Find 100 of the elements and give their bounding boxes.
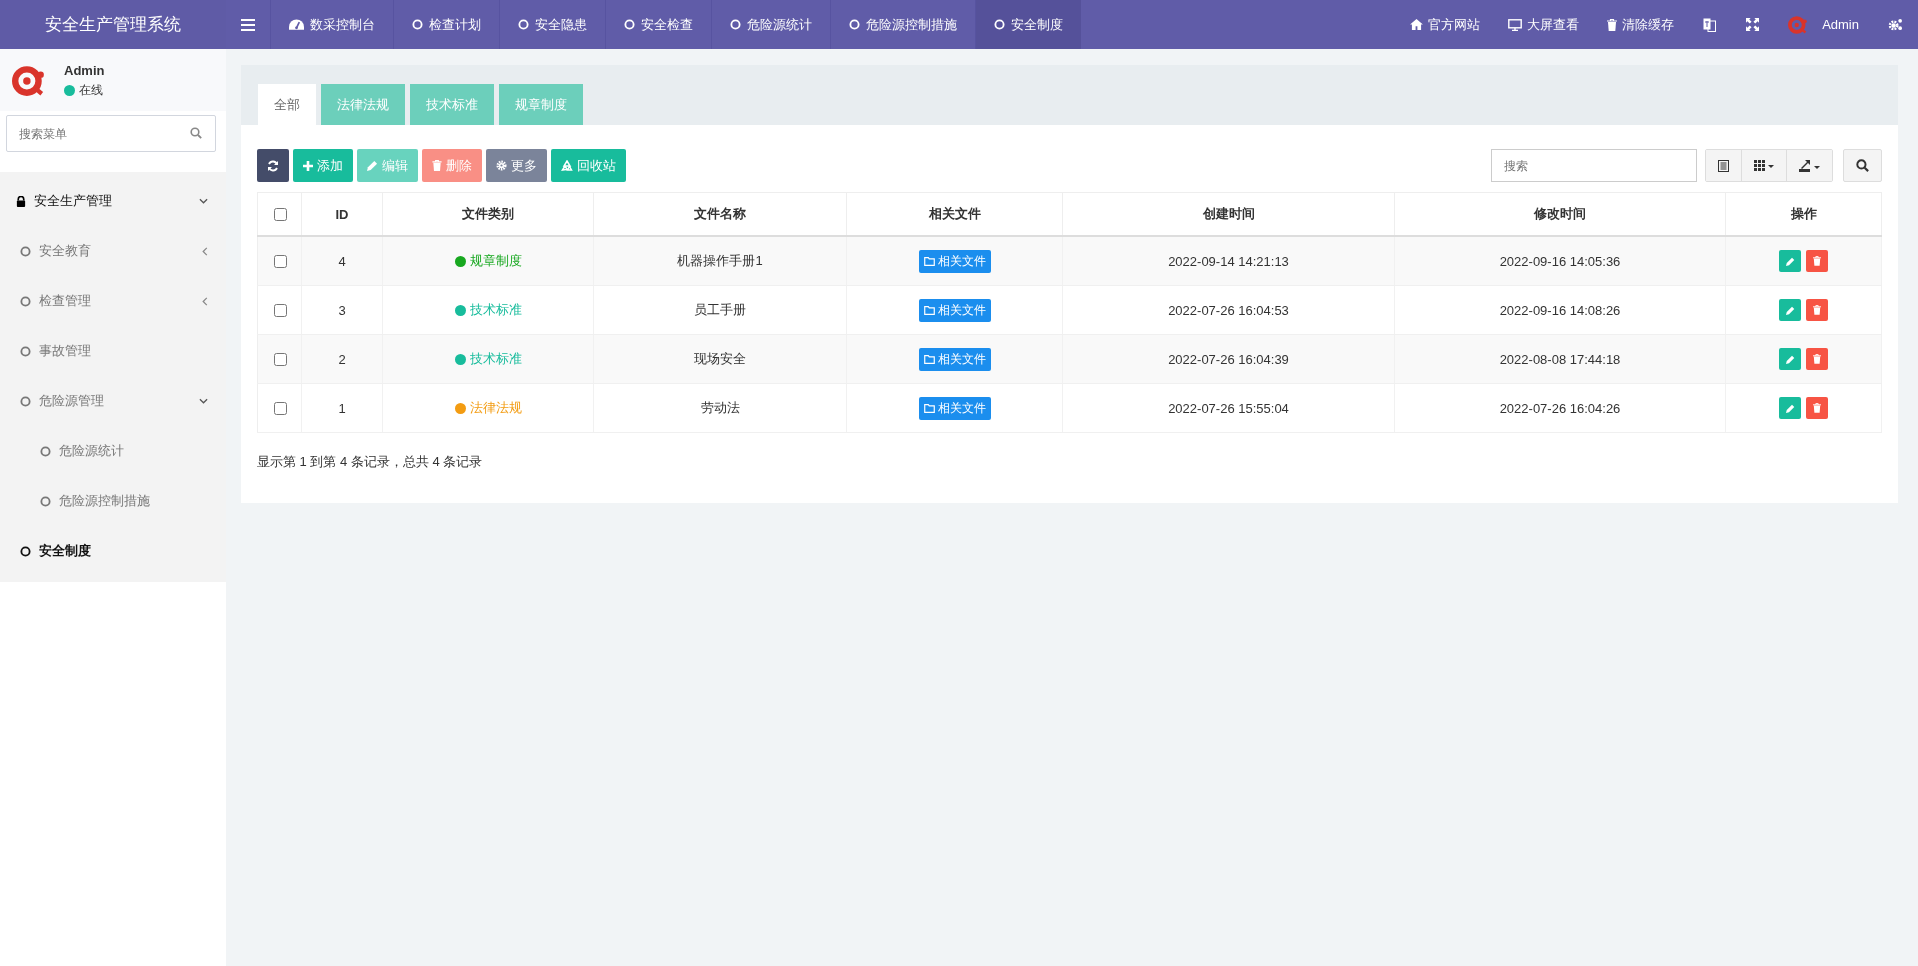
folder-icon	[923, 403, 935, 413]
column-header: ID	[335, 206, 349, 222]
sidebar-item[interactable]: 事故管理	[0, 326, 226, 376]
table-cell: 4	[338, 253, 346, 269]
user-menu[interactable]: Admin	[1774, 0, 1873, 49]
online-dot	[64, 85, 75, 96]
edit-row-button[interactable]	[1779, 299, 1801, 321]
category-label: 技术标准	[469, 301, 522, 319]
circle-icon	[849, 19, 860, 30]
add-button[interactable]: 添加	[293, 149, 353, 182]
search-icon	[1856, 159, 1869, 172]
refresh-button[interactable]	[257, 149, 289, 182]
filter-tab[interactable]: 全部	[258, 84, 316, 125]
chevron-down-icon	[199, 198, 208, 204]
circle-icon	[20, 245, 31, 257]
edit-row-button[interactable]	[1779, 348, 1801, 370]
nav-tab[interactable]: 危险源统计	[711, 0, 830, 49]
sidebar-item[interactable]: 危险源管理	[0, 376, 226, 426]
list-icon	[1718, 159, 1729, 172]
table-cell: 3	[338, 302, 346, 318]
chevron-left-icon	[202, 296, 208, 306]
export-button[interactable]	[1787, 150, 1832, 181]
table-cell: 2022-07-26 16:04:26	[1499, 400, 1621, 416]
search-button[interactable]	[1843, 149, 1882, 182]
header-link[interactable]: 清除缓存	[1593, 0, 1689, 49]
related-files-button[interactable]: 相关文件	[918, 298, 991, 322]
trash-icon	[1813, 256, 1821, 266]
table-cell: 2022-07-26 16:04:53	[1168, 302, 1289, 318]
trash-icon	[1813, 305, 1821, 315]
logo-icon	[12, 64, 46, 98]
table-cell: 员工手册	[694, 302, 746, 317]
circle-icon	[20, 545, 31, 557]
sidebar-item[interactable]: 危险源统计	[0, 426, 226, 476]
lock-icon	[16, 195, 26, 207]
recycle-icon	[561, 159, 573, 172]
circle-icon	[20, 295, 31, 307]
delete-row-button[interactable]	[1806, 250, 1828, 272]
row-checkbox[interactable]	[273, 303, 287, 317]
sidebar-item[interactable]: 安全生产管理	[0, 176, 226, 226]
home-icon	[1410, 19, 1424, 30]
circle-icon	[20, 395, 31, 407]
column-header: 文件类别	[462, 206, 514, 221]
row-checkbox[interactable]	[273, 401, 287, 415]
sidebar-item[interactable]: 危险源控制措施	[0, 476, 226, 526]
delete-row-button[interactable]	[1806, 348, 1828, 370]
more-button[interactable]: 更多	[486, 149, 547, 182]
trash-icon	[1813, 354, 1821, 364]
nav-tab[interactable]: 安全制度	[975, 0, 1081, 49]
related-files-button[interactable]: 相关文件	[918, 396, 991, 420]
row-checkbox[interactable]	[273, 352, 287, 366]
table-cell: 机器操作手册1	[677, 253, 763, 268]
sidebar-item[interactable]: 安全制度	[0, 526, 226, 576]
nav-tab[interactable]: 安全检查	[605, 0, 711, 49]
columns-button[interactable]	[1742, 150, 1787, 181]
user-status: 在线	[79, 82, 103, 99]
table-cell: 现场安全	[694, 351, 746, 366]
header-link[interactable]: 大屏查看	[1494, 0, 1594, 49]
search-field[interactable]: 搜索	[1491, 149, 1697, 182]
header-link[interactable]: 官方网站	[1396, 0, 1495, 49]
refresh-icon	[267, 159, 279, 172]
delete-row-button[interactable]	[1806, 299, 1828, 321]
trash-icon	[432, 160, 442, 171]
folder-icon	[923, 354, 935, 364]
circle-icon	[412, 19, 423, 30]
edit-row-button[interactable]	[1779, 250, 1801, 272]
pencil-icon	[1785, 354, 1795, 364]
edit-row-button[interactable]	[1779, 397, 1801, 419]
trash-icon	[1607, 18, 1618, 31]
circle-icon	[518, 19, 529, 30]
column-header: 文件名称	[694, 206, 746, 221]
sidebar-item[interactable]: 安全教育	[0, 226, 226, 276]
circle-icon	[40, 445, 51, 457]
select-all-checkbox[interactable]	[273, 207, 287, 221]
table-cell: 2022-09-14 14:21:13	[1168, 253, 1289, 269]
delete-row-button[interactable]	[1806, 397, 1828, 419]
nav-tab[interactable]: 数采控制台	[270, 0, 393, 49]
gear-icon	[496, 160, 507, 171]
nav-tab[interactable]: 安全隐患	[499, 0, 605, 49]
folder-icon	[923, 305, 935, 315]
table-cell: 2022-08-08 17:44:18	[1499, 351, 1621, 367]
category-label: 技术标准	[469, 350, 522, 368]
folder-icon	[923, 256, 935, 266]
related-files-button[interactable]: 相关文件	[918, 347, 991, 371]
table-cell: 2022-07-26 16:04:39	[1168, 351, 1289, 367]
table-cell: 1	[338, 400, 346, 416]
related-files-button[interactable]: 相关文件	[918, 249, 991, 273]
circle-icon	[994, 19, 1005, 30]
table-cell: 2022-09-16 14:08:26	[1499, 302, 1621, 318]
user-name: Admin	[64, 63, 105, 78]
column-header: 创建时间	[1202, 206, 1255, 221]
circle-icon	[40, 495, 51, 507]
chevron-left-icon	[202, 246, 208, 256]
menu-search-field[interactable]: 搜索菜单	[6, 115, 216, 152]
row-checkbox[interactable]	[273, 254, 287, 268]
circle-icon	[624, 19, 635, 30]
trash-icon	[1813, 403, 1821, 413]
recycle-button[interactable]: 回收站	[551, 149, 626, 182]
sidebar-item[interactable]: 检查管理	[0, 276, 226, 326]
card-view-button[interactable]	[1706, 150, 1742, 181]
nav-tab[interactable]: 检查计划	[393, 0, 499, 49]
